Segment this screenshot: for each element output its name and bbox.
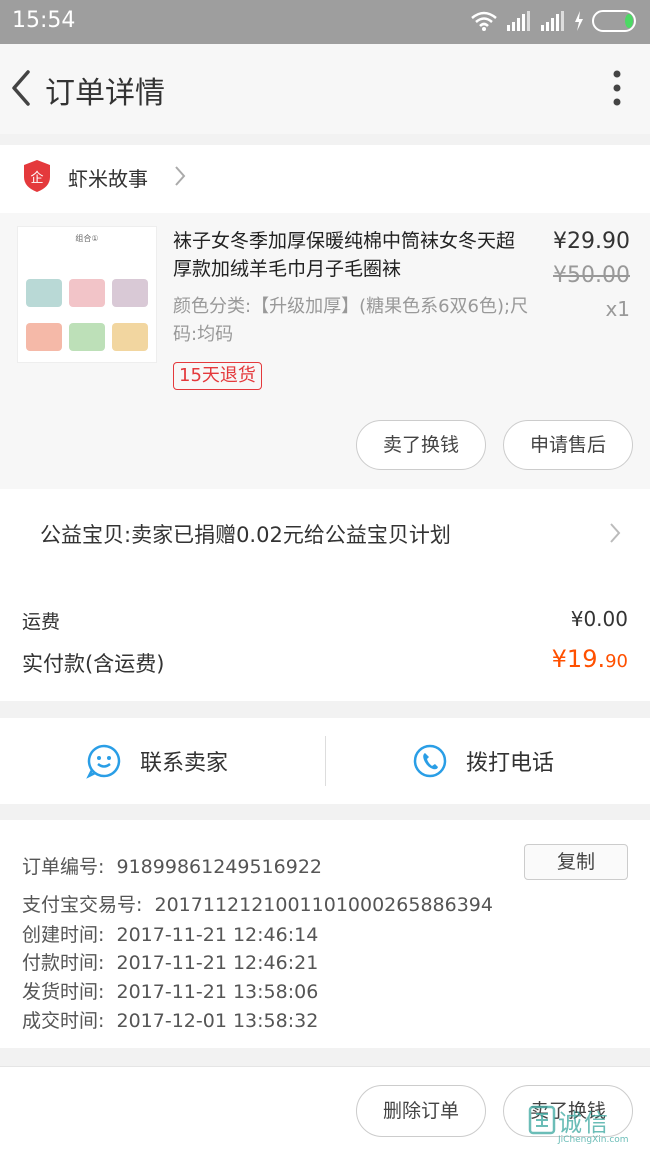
- product-spec: 颜色分类:【升级加厚】(糖果色系6双6色);尺码:均码: [173, 296, 529, 345]
- alipay-trade-row: 支付宝交易号: 2017112121001101000265886394: [22, 890, 493, 917]
- sell-button[interactable]: 卖了换钱: [356, 420, 486, 470]
- watermark-logo-icon: [528, 1105, 556, 1135]
- fee-summary: 运费 ¥0.00 实付款(含运费) ¥19.90: [0, 579, 650, 701]
- shipped-time-label: 发货时间:: [22, 981, 105, 1003]
- thumb-header: 组合①: [75, 234, 99, 243]
- shop-name: 虾米故事: [68, 167, 148, 191]
- total-main: ¥19.: [551, 645, 606, 673]
- chevron-right-icon: [610, 523, 621, 543]
- total-value: ¥19.90: [552, 645, 628, 673]
- back-arrow-icon[interactable]: [6, 66, 36, 110]
- signal-icon: [507, 11, 530, 31]
- created-time-value: 2017-11-21 12:46:14: [116, 924, 319, 946]
- watermark-main: 诚信: [558, 1109, 610, 1137]
- product-title[interactable]: 袜子女冬季加厚保暖纯棉中筒袜女冬天超厚款加绒羊毛巾月子毛圈袜: [173, 227, 531, 283]
- alipay-trade-label: 支付宝交易号:: [22, 894, 143, 916]
- paid-time-value: 2017-11-21 12:46:21: [116, 952, 319, 974]
- shipping-value: ¥0.00: [570, 607, 628, 631]
- section-separator: [0, 1048, 650, 1066]
- phone-icon: [413, 744, 447, 778]
- total-cents: 90: [605, 651, 628, 672]
- shipping-label: 运费: [22, 611, 61, 633]
- shop-row[interactable]: 企 虾米故事: [0, 145, 650, 213]
- signal-icon-2: [541, 11, 564, 31]
- battery-icon: [592, 10, 636, 32]
- wifi-icon: [471, 11, 497, 31]
- page-title: 订单详情: [45, 76, 165, 111]
- order-number-value: 91899861249516922: [116, 856, 323, 878]
- completed-time-row: 成交时间: 2017-12-01 13:58:32: [22, 1006, 318, 1033]
- swatch-4: [26, 323, 62, 351]
- swatch-5: [69, 323, 105, 351]
- paid-time-label: 付款时间:: [22, 952, 105, 974]
- shipped-time-value: 2017-11-21 13:58:06: [116, 981, 319, 1003]
- copy-button[interactable]: 复制: [524, 844, 628, 880]
- chevron-right-icon: [175, 166, 186, 186]
- product-price: ¥29.90: [553, 229, 630, 254]
- charity-text: 公益宝贝:卖家已捐赠0.02元给公益宝贝计划: [40, 523, 451, 547]
- order-number-row: 订单编号: 91899861249516922: [22, 852, 322, 879]
- created-time-row: 创建时间: 2017-11-21 12:46:14: [22, 920, 318, 947]
- after-sale-button[interactable]: 申请售后: [503, 420, 633, 470]
- product-original-price: ¥50.00: [553, 263, 630, 288]
- shipped-time-row: 发货时间: 2017-11-21 13:58:06: [22, 977, 318, 1004]
- paid-time-row: 付款时间: 2017-11-21 12:46:21: [22, 948, 318, 975]
- shop-logo-icon: 企: [24, 160, 50, 192]
- charity-row[interactable]: 公益宝贝:卖家已捐赠0.02元给公益宝贝计划: [0, 489, 650, 579]
- product-quantity: x1: [605, 297, 630, 321]
- nav-bar: 订单详情: [0, 44, 650, 134]
- delete-order-button[interactable]: 删除订单: [356, 1085, 486, 1137]
- status-bar: 15:54: [0, 0, 650, 44]
- more-options-icon[interactable]: [612, 68, 622, 108]
- watermark: 诚信 JiChengXin.com: [528, 1101, 646, 1151]
- contact-divider: [325, 736, 326, 786]
- status-time: 15:54: [12, 8, 76, 33]
- created-time-label: 创建时间:: [22, 924, 105, 946]
- product-thumbnail[interactable]: 组合①: [17, 226, 157, 363]
- watermark-sub: JiChengXin.com: [558, 1135, 629, 1145]
- charging-icon: [575, 11, 583, 31]
- swatch-6: [112, 323, 148, 351]
- order-number-label: 订单编号:: [22, 856, 105, 878]
- contact-seller-label: 联系卖家: [140, 751, 229, 776]
- call-phone-button[interactable]: 拨打电话: [412, 718, 554, 804]
- alipay-trade-value: 2017112121001101000265886394: [154, 894, 493, 916]
- contact-bar: 联系卖家 拨打电话: [0, 718, 650, 804]
- completed-time-label: 成交时间:: [22, 1010, 105, 1032]
- swatch-1: [26, 279, 62, 307]
- contact-seller-button[interactable]: 联系卖家: [86, 718, 228, 804]
- swatch-3: [112, 279, 148, 307]
- return-policy-badge: 15天退货: [173, 362, 262, 390]
- order-info: 订单编号: 91899861249516922 复制 支付宝交易号: 20171…: [0, 820, 650, 1048]
- completed-time-value: 2017-12-01 13:58:32: [116, 1010, 319, 1032]
- product-card[interactable]: 组合① 袜子女冬季加厚保暖纯棉中筒袜女冬天超厚款加绒羊毛巾月子毛圈袜 颜色分类:…: [0, 213, 650, 489]
- shop-logo-text: 企: [30, 170, 43, 186]
- total-label: 实付款(含运费): [22, 652, 165, 676]
- swatch-2: [69, 279, 105, 307]
- call-phone-label: 拨打电话: [466, 751, 555, 776]
- chat-icon: [86, 744, 121, 779]
- status-icons: [470, 10, 640, 32]
